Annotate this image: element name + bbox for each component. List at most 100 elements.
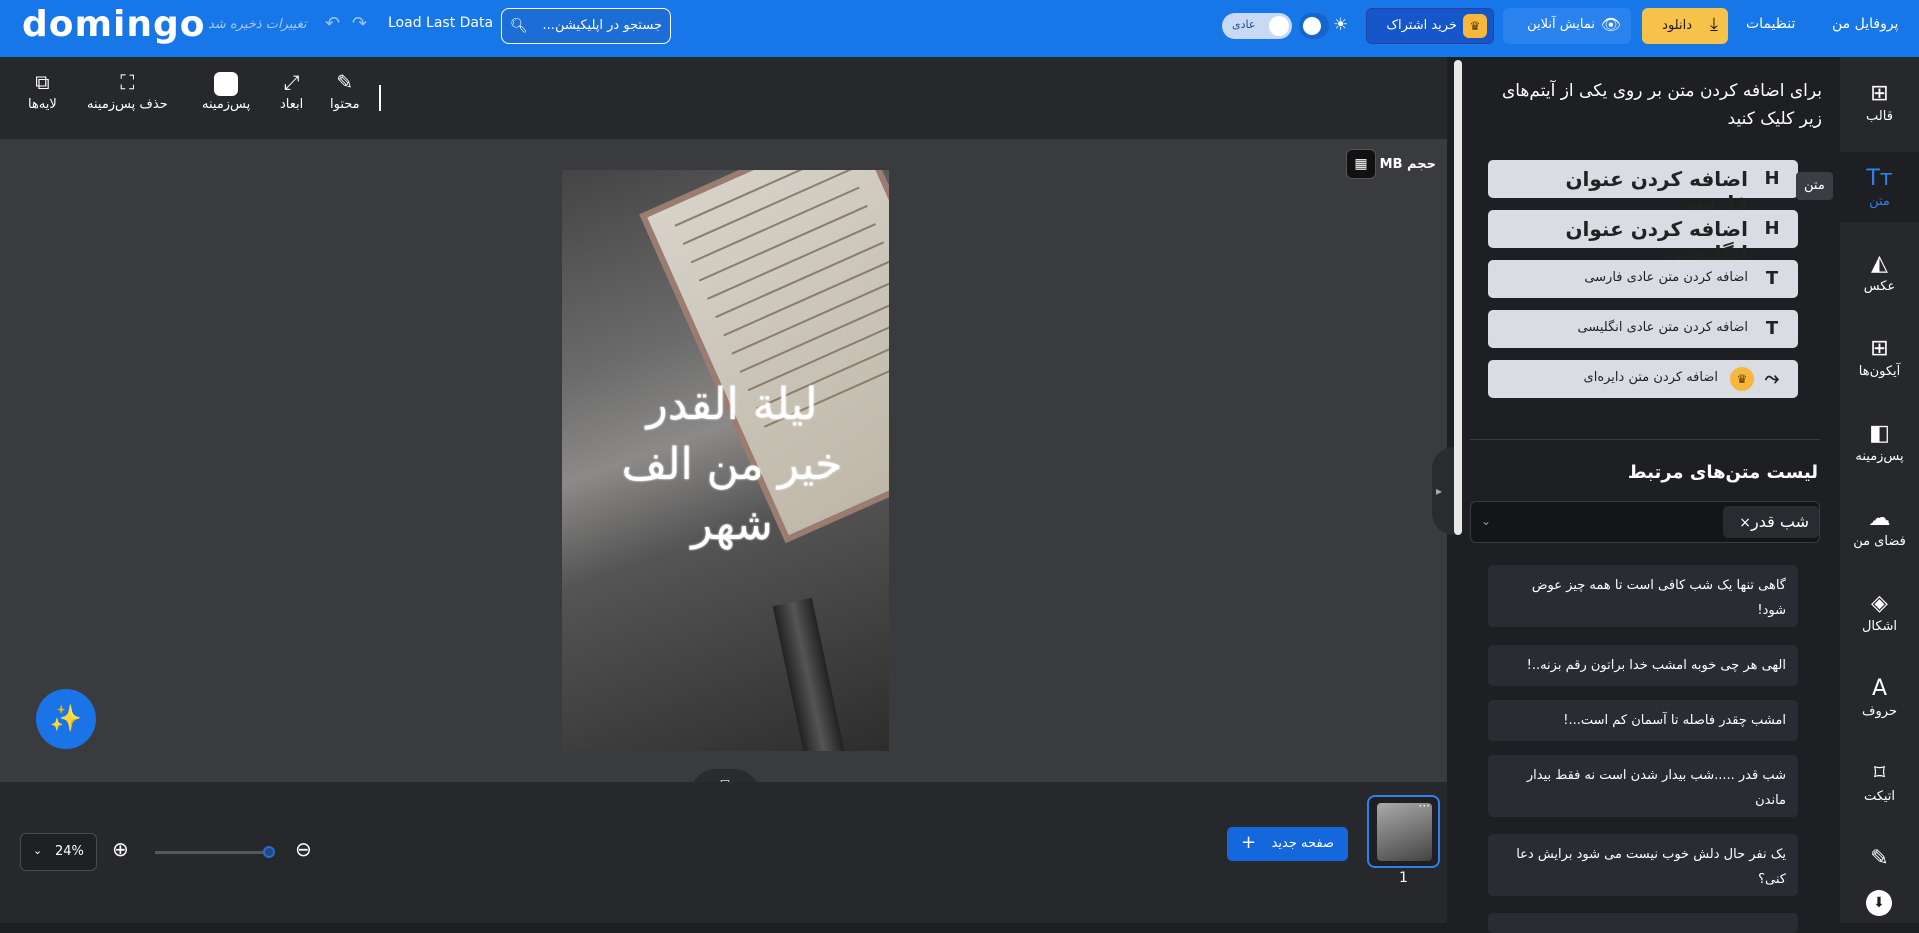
page-thumbnail[interactable]: ··· xyxy=(1367,795,1440,868)
online-preview-button[interactable]: نمایش آنلاین 👁︎ xyxy=(1503,8,1631,44)
shapes-icon: ◈ xyxy=(1871,591,1888,616)
chevron-down-icon: ⌄ xyxy=(33,844,43,857)
tag-select[interactable]: شب قدر× ⌄ xyxy=(1470,501,1820,543)
editor-toolbar: ⧉ لایه‌ها ⛶ حذف پس‌زمینه پس‌زمینه ⤢ ابعا… xyxy=(0,57,1447,139)
settings-link[interactable]: تنظیمات xyxy=(1746,16,1795,32)
sidebar-item-tag[interactable]: ⌑ اتیکت xyxy=(1840,747,1919,817)
background-swatch-icon xyxy=(202,69,250,97)
background-tool[interactable]: پس‌زمینه xyxy=(202,69,250,112)
resize-icon: ⤢ xyxy=(283,70,300,94)
main-sidebar: ⊞ قالب Tт متن ◭ عکس ⊞ آیکون‌ها ◧ پس‌زمینه ☁ فض… xyxy=(1840,57,1919,923)
save-status: تغییرات ذخیره شد xyxy=(208,17,307,32)
plus-icon: + xyxy=(1241,832,1257,853)
letters-icon: A xyxy=(1871,676,1888,701)
text-icon: T xyxy=(1765,318,1779,339)
search-input[interactable]: 🔍︎ جستجو در اپلیکیشن... xyxy=(501,8,671,44)
sidebar-tooltip: متن xyxy=(1796,172,1833,200)
remove-bg-icon: ⛶ xyxy=(120,70,135,94)
calculator-icon: ▦ xyxy=(1346,149,1376,179)
related-text-item[interactable]: امشب چقدر فاصله تا آسمان کم است...! xyxy=(1488,700,1798,741)
edit-icon: ✎ xyxy=(336,70,354,94)
layout-icon: ⊞ xyxy=(1870,81,1889,106)
prayer-beads-image xyxy=(772,597,852,751)
chevron-down-icon[interactable]: ⌄ xyxy=(1481,514,1491,528)
dimensions-tool[interactable]: ⤢ ابعاد xyxy=(280,69,303,112)
add-persian-heading-button[interactable]: H اضافه کردن عنوان فارسی xyxy=(1488,160,1798,215)
curve-text-icon: ⤳ xyxy=(1764,368,1780,389)
file-size-indicator[interactable]: ▦ حجم MB xyxy=(1346,149,1446,179)
mode-toggle-knob xyxy=(1269,16,1289,36)
canvas-area: ▦ حجم MB لیلة القدر خیر من الف شهر ✨ ▽ xyxy=(0,139,1447,795)
sidebar-item-letters[interactable]: A حروف xyxy=(1840,662,1919,732)
calligraphy-text[interactable]: لیلة القدر خیر من الف شهر xyxy=(617,375,847,565)
profile-link[interactable]: پروفایل من xyxy=(1832,16,1898,32)
sidebar-item-background[interactable]: ◧ پس‌زمینه xyxy=(1840,407,1919,477)
sidebar-item-my-space[interactable]: ☁ فضای من xyxy=(1840,492,1919,562)
load-last-data-button[interactable]: Load Last Data xyxy=(388,15,493,31)
search-placeholder: جستجو در اپلیکیشن... xyxy=(542,18,662,33)
panel-collapse-handle[interactable]: ▸ xyxy=(1432,447,1454,535)
close-icon[interactable]: × xyxy=(1739,515,1751,531)
add-english-text-button[interactable]: T اضافه کردن متن عادی انگلیسی xyxy=(1488,310,1798,348)
panel-title: برای اضافه کردن متن بر روی یکی از آیتم‌ه… xyxy=(1501,81,1822,129)
sidebar-item-icons[interactable]: ⊞ آیکون‌ها xyxy=(1840,322,1919,392)
theme-toggle[interactable] xyxy=(1299,13,1329,39)
magic-wand-icon: ✨ xyxy=(49,704,83,734)
panel-divider xyxy=(1470,439,1820,440)
text-panel: برای اضافه کردن متن بر روی یکی از آیتم‌ه… xyxy=(1462,57,1840,933)
zoom-select[interactable]: ⌄ 24% xyxy=(20,833,97,871)
sidebar-item-text[interactable]: Tт متن xyxy=(1840,152,1919,222)
tag-chip[interactable]: شب قدر× xyxy=(1723,506,1819,538)
eye-icon: 👁︎ xyxy=(1600,15,1621,34)
toolbar-divider xyxy=(379,85,381,111)
related-texts-title: لیست متن‌های مرتبط xyxy=(1627,462,1818,483)
more-options-icon[interactable]: ··· xyxy=(1419,799,1430,813)
background-icon: ◧ xyxy=(1869,421,1890,446)
zoom-slider[interactable] xyxy=(155,846,275,858)
related-text-item[interactable]: الهی هر چی خوبه امشب خدا براتون رقم بزنه… xyxy=(1488,645,1798,686)
sidebar-item-shapes[interactable]: ◈ اشکال xyxy=(1840,577,1919,647)
crown-icon: ♛ xyxy=(1463,14,1487,38)
page-number: 1 xyxy=(1399,870,1408,886)
redo-icon[interactable]: ↷ xyxy=(352,13,367,34)
search-icon: 🔍︎ xyxy=(510,18,528,34)
related-text-item[interactable]: یک نفر حال دلش خوب نیست می شود برایش دعا… xyxy=(1488,834,1798,896)
mode-toggle[interactable]: عادی xyxy=(1222,13,1292,39)
sidebar-item-image[interactable]: ◭ عکس xyxy=(1840,237,1919,307)
sidebar-item-template[interactable]: ⊞ قالب xyxy=(1840,67,1919,137)
pen-icon: ✎ xyxy=(1870,846,1889,871)
image-icon: ◭ xyxy=(1871,251,1888,276)
download-button[interactable]: دانلود ⤓ xyxy=(1642,8,1728,44)
zoom-slider-handle[interactable] xyxy=(263,846,275,858)
remove-background-tool[interactable]: ⛶ حذف پس‌زمینه xyxy=(87,69,168,112)
related-text-item[interactable]: شب قدر .....شب بیدار شدن است نه فقط بیدا… xyxy=(1488,755,1798,817)
design-canvas[interactable]: لیلة القدر خیر من الف شهر xyxy=(562,170,889,751)
top-bar: domingo تغییرات ذخیره شد ↶ ↷ Load Last D… xyxy=(0,0,1919,57)
crown-icon: ♛ xyxy=(1730,367,1754,391)
grid-icon: ⊞ xyxy=(1870,336,1889,361)
add-english-heading-button[interactable]: H اضافه کردن عنوان انگلیسی xyxy=(1488,210,1798,265)
scroll-down-icon[interactable]: ⬇ xyxy=(1866,890,1892,916)
layers-icon: ⧉ xyxy=(35,70,50,94)
heading-icon: H xyxy=(1764,168,1780,189)
new-page-button[interactable]: + صفحه جدید xyxy=(1227,827,1348,861)
logo[interactable]: domingo xyxy=(22,5,205,45)
text-icon: Tт xyxy=(1866,166,1893,191)
magic-wand-button[interactable]: ✨ xyxy=(36,689,96,749)
related-text-item[interactable] xyxy=(1488,913,1798,933)
sun-icon[interactable]: ☀ xyxy=(1333,15,1348,35)
related-text-item[interactable]: گاهی تنها یک شب کافی است تا همه چیز عوض … xyxy=(1488,565,1798,627)
text-icon: T xyxy=(1765,268,1779,289)
zoom-out-icon[interactable]: ⊖ xyxy=(295,837,312,861)
mode-label: عادی xyxy=(1232,18,1256,31)
panel-scrollbar[interactable] xyxy=(1454,60,1462,535)
add-persian-text-button[interactable]: T اضافه کردن متن عادی فارسی xyxy=(1488,260,1798,298)
subscribe-button[interactable]: خرید اشتراک ♛ xyxy=(1366,8,1494,44)
download-icon: ⤓ xyxy=(1710,14,1718,35)
content-tool[interactable]: ✎ محتوا xyxy=(330,69,360,112)
zoom-in-icon[interactable]: ⊕ xyxy=(112,837,129,861)
layers-tool[interactable]: ⧉ لایه‌ها xyxy=(28,69,57,112)
undo-icon[interactable]: ↶ xyxy=(325,13,340,34)
add-circular-text-button[interactable]: ⤳ ♛ اضافه کردن متن دایره‌ای xyxy=(1488,360,1798,398)
tag-icon: ⌑ xyxy=(1873,761,1886,786)
